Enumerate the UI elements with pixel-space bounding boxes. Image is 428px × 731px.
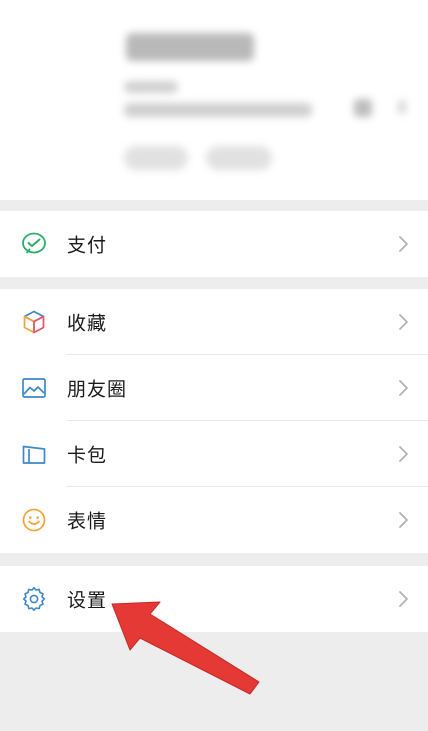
menu-item-label: 设置 bbox=[67, 589, 108, 612]
menu-item-label: 支付 bbox=[67, 234, 108, 257]
chevron-right-icon bbox=[398, 590, 410, 608]
chevron-right-icon bbox=[398, 511, 410, 529]
profile-id-blurred bbox=[124, 103, 312, 117]
chevron-right-icon bbox=[398, 313, 410, 331]
menu-item-label: 表情 bbox=[67, 510, 108, 533]
menu-group-pay: 支付 bbox=[0, 211, 428, 277]
pay-check-icon bbox=[21, 231, 47, 257]
moments-picture-icon bbox=[21, 375, 47, 401]
card-wallet-icon bbox=[21, 441, 47, 467]
profile-chevron-icon bbox=[398, 100, 406, 114]
menu-item-label: 朋友圈 bbox=[67, 378, 128, 401]
profile-id-label-blurred bbox=[124, 81, 178, 93]
status-tag-blurred[interactable] bbox=[124, 146, 188, 170]
sticker-smile-icon bbox=[21, 507, 47, 533]
chevron-right-icon bbox=[398, 445, 410, 463]
chevron-right-icon bbox=[398, 235, 410, 253]
menu-item-settings[interactable]: 设置 bbox=[0, 566, 428, 632]
menu-item-stickers[interactable]: 表情 bbox=[0, 487, 428, 553]
menu-item-moments[interactable]: 朋友圈 bbox=[0, 355, 428, 421]
qr-code-icon[interactable] bbox=[354, 99, 372, 117]
chevron-right-icon bbox=[398, 379, 410, 397]
menu-item-cards[interactable]: 卡包 bbox=[0, 421, 428, 487]
menu-item-favorites[interactable]: 收藏 bbox=[0, 289, 428, 355]
favorites-cube-icon bbox=[21, 309, 47, 335]
menu-item-label: 卡包 bbox=[67, 444, 108, 467]
friend-status-tag-blurred[interactable] bbox=[206, 146, 272, 170]
menu-item-label: 收藏 bbox=[67, 312, 108, 335]
profile-name-blurred bbox=[126, 33, 254, 61]
menu-group-settings: 设置 bbox=[0, 566, 428, 632]
profile-header[interactable] bbox=[0, 0, 428, 200]
menu-group-main: 收藏 朋友圈 卡包 表情 bbox=[0, 289, 428, 553]
menu-item-pay[interactable]: 支付 bbox=[0, 211, 428, 277]
settings-gear-icon bbox=[21, 586, 47, 612]
